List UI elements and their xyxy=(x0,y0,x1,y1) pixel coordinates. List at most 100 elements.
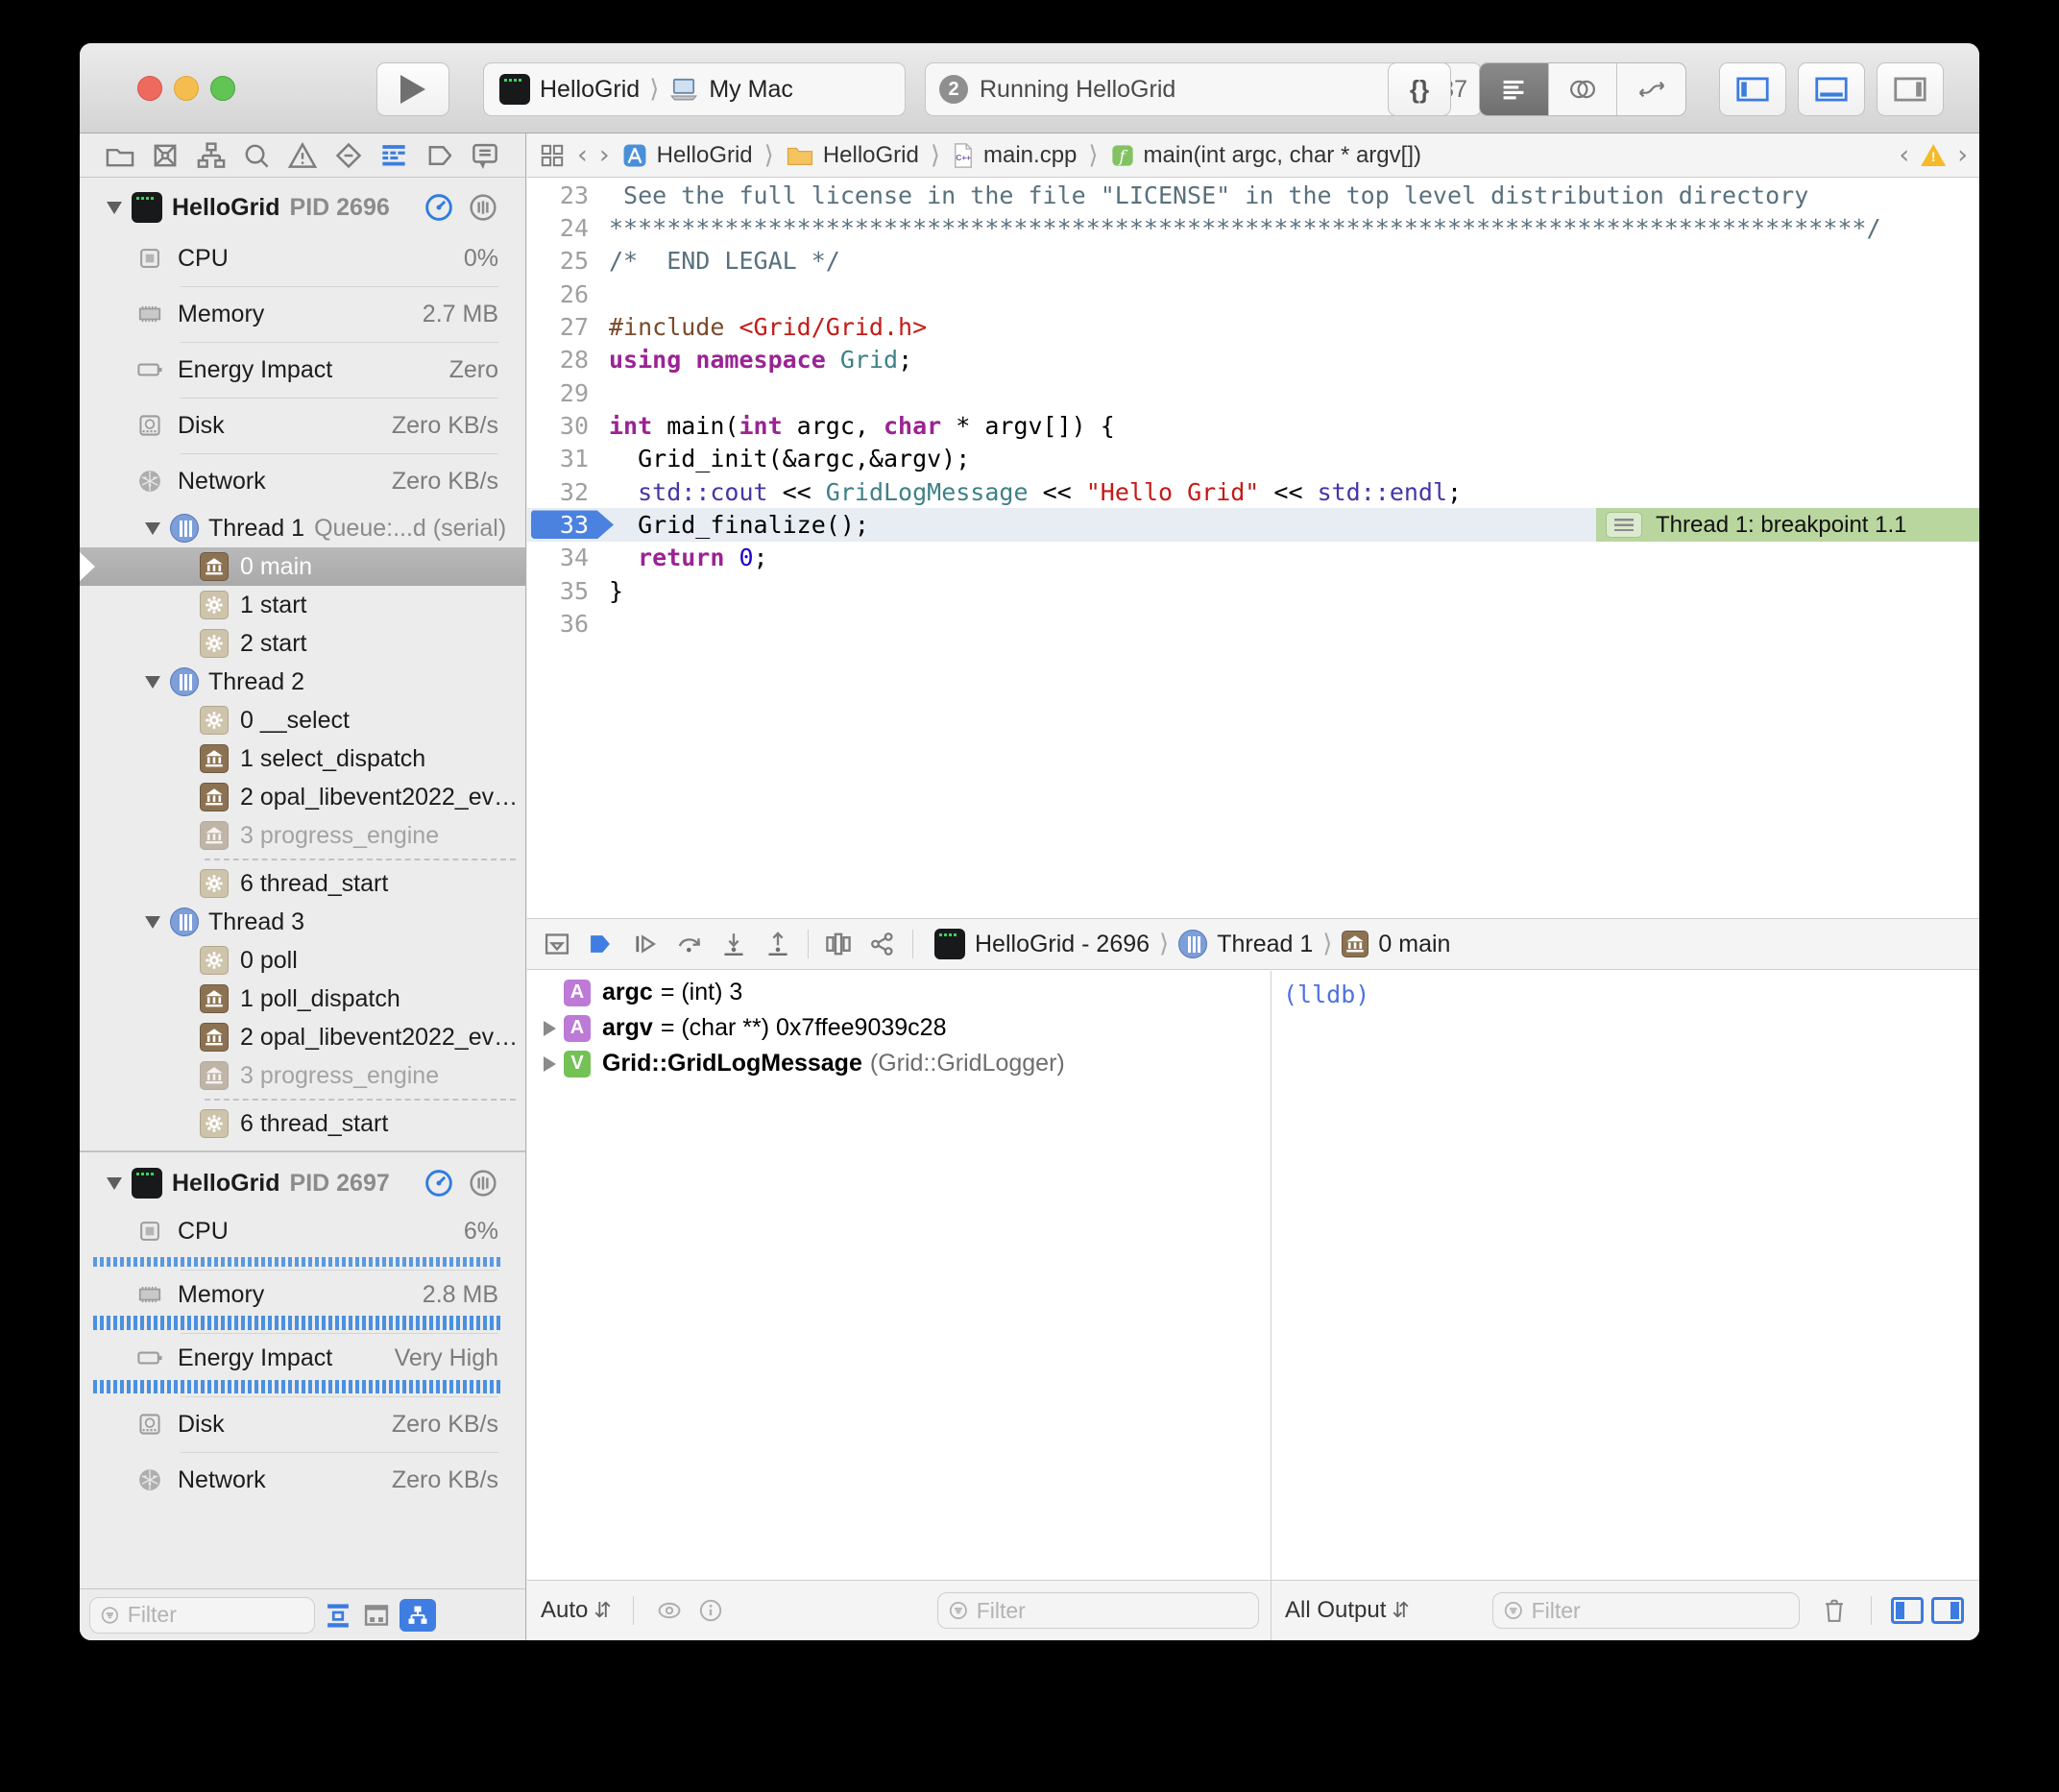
stack-frame-row[interactable]: 6 thread_start xyxy=(80,1104,525,1143)
gauge-row-memory[interactable]: Memory2.7 MB xyxy=(80,286,525,342)
stack-frame-row[interactable]: 1 start xyxy=(80,586,525,624)
variable-row[interactable]: Aargc= (int) 3 xyxy=(527,975,1271,1010)
continue-button[interactable] xyxy=(623,923,667,965)
debug-view-hierarchy-button[interactable] xyxy=(816,923,860,965)
stack-frame-row[interactable]: 2 opal_libevent2022_ev… xyxy=(80,1018,525,1056)
console-filter-field[interactable] xyxy=(1492,1592,1800,1629)
code-snippets-button[interactable]: {} xyxy=(1388,62,1451,116)
disclosure-triangle-icon[interactable] xyxy=(145,676,160,689)
step-over-button[interactable] xyxy=(667,923,712,965)
info-icon[interactable] xyxy=(697,1598,724,1623)
gauge-row-disk[interactable]: DiskZero KB/s xyxy=(80,1396,525,1452)
stack-frame-row[interactable]: 3 progress_engine xyxy=(80,816,525,855)
previous-issue-button[interactable]: ‹ xyxy=(1899,140,1909,170)
memory-graph-button[interactable] xyxy=(860,923,905,965)
show-frames-with-debug-symbols-button[interactable] xyxy=(323,1601,353,1630)
thread-view-icon[interactable] xyxy=(468,1168,498,1199)
performance-gauge-icon[interactable] xyxy=(424,1168,454,1199)
zoom-window-button[interactable] xyxy=(210,76,235,101)
gauge-row-cpu[interactable]: CPU6% xyxy=(80,1206,525,1270)
thread-row[interactable]: Thread 1Queue:...d (serial) xyxy=(80,509,525,547)
debug-crumb-process[interactable]: HelloGrid - 2696 xyxy=(975,931,1150,958)
code-line-26[interactable]: 26 xyxy=(527,278,1979,310)
toggle-variables-view-button[interactable] xyxy=(1891,1597,1924,1624)
view-process-by-thread-button[interactable] xyxy=(400,1599,436,1632)
toggle-inspector-panel-button[interactable] xyxy=(1877,62,1944,116)
stack-frame-row[interactable]: 3 progress_engine xyxy=(80,1056,525,1095)
gauge-row-energy-impact[interactable]: Energy ImpactVery High xyxy=(80,1333,525,1396)
console-view[interactable]: (lldb) xyxy=(1271,971,1979,1580)
project-navigator-icon[interactable] xyxy=(101,136,139,175)
console-output-dropdown[interactable]: All Output ⇵ xyxy=(1285,1597,1410,1624)
disclosure-triangle-icon[interactable] xyxy=(535,1056,564,1072)
standard-editor-button[interactable] xyxy=(1480,63,1549,115)
running-tasks-badge[interactable]: 2 xyxy=(939,75,968,104)
performance-gauge-icon[interactable] xyxy=(424,192,454,223)
step-into-button[interactable] xyxy=(712,923,756,965)
code-line-25[interactable]: 25/* END LEGAL */ xyxy=(527,245,1979,278)
breakpoints-navigator-icon[interactable] xyxy=(421,136,459,175)
breakpoint-annotation[interactable]: Thread 1: breakpoint 1.1 xyxy=(1596,508,1979,541)
code-line-35[interactable]: 35} xyxy=(527,574,1979,607)
gauge-row-disk[interactable]: DiskZero KB/s xyxy=(80,398,525,453)
code-line-33[interactable]: 3333 Grid_finalize();Thread 1: breakpoin… xyxy=(527,508,1979,541)
source-control-navigator-icon[interactable] xyxy=(146,136,184,175)
gauge-row-memory[interactable]: Memory2.8 MB xyxy=(80,1270,525,1333)
related-items-icon[interactable] xyxy=(539,142,566,169)
variables-filter-field[interactable] xyxy=(937,1592,1259,1629)
stack-frame-row[interactable]: 2 opal_libevent2022_ev… xyxy=(80,778,525,816)
stack-frame-row[interactable]: 2 start xyxy=(80,624,525,663)
variables-scope-dropdown[interactable]: Auto ⇵ xyxy=(541,1597,612,1624)
tests-navigator-icon[interactable] xyxy=(329,136,368,175)
clear-console-trash-icon[interactable] xyxy=(1821,1596,1848,1625)
variable-row[interactable]: VGrid::GridLogMessage(Grid::GridLogger) xyxy=(527,1046,1271,1081)
stack-frame-row[interactable]: 6 thread_start xyxy=(80,864,525,903)
hide-debug-area-button[interactable] xyxy=(535,923,579,965)
breakpoint-badge[interactable]: 33 xyxy=(531,510,614,539)
disclosure-triangle-icon[interactable] xyxy=(107,1177,122,1190)
back-button[interactable]: ‹ xyxy=(577,140,588,170)
code-line-36[interactable]: 36 xyxy=(527,607,1979,640)
warning-icon[interactable]: ! xyxy=(1921,144,1946,166)
variable-row[interactable]: Aargv= (char **) 0x7ffee9039c28 xyxy=(527,1010,1271,1046)
code-line-27[interactable]: 27#include <Grid/Grid.h> xyxy=(527,310,1979,343)
breadcrumb-symbol[interactable]: f main(int argc, char * argv[]) xyxy=(1110,142,1421,169)
code-line-29[interactable]: 29 xyxy=(527,376,1979,409)
quick-look-icon[interactable] xyxy=(655,1598,684,1623)
symbols-navigator-icon[interactable] xyxy=(192,136,230,175)
code-line-24[interactable]: 24**************************************… xyxy=(527,211,1979,244)
disclosure-triangle-icon[interactable] xyxy=(535,1021,564,1036)
step-out-button[interactable] xyxy=(756,923,800,965)
forward-button[interactable]: › xyxy=(599,140,610,170)
gauge-row-network[interactable]: NetworkZero KB/s xyxy=(80,453,525,509)
debug-navigator-icon[interactable] xyxy=(375,136,413,175)
console-filter-input[interactable] xyxy=(1532,1598,1789,1624)
scheme-selector[interactable]: HelloGrid ⟩ My Mac xyxy=(483,62,906,116)
source-editor[interactable]: 23 See the full license in the file "LIC… xyxy=(527,179,1979,918)
disclosure-triangle-icon[interactable] xyxy=(145,916,160,929)
code-line-30[interactable]: 30int main(int argc, char * argv[]) { xyxy=(527,409,1979,442)
process-row[interactable]: HelloGridPID 2697 xyxy=(80,1160,525,1206)
debug-crumb-frame[interactable]: 0 main xyxy=(1378,931,1450,958)
gauge-row-energy-impact[interactable]: Energy ImpactZero xyxy=(80,342,525,398)
variables-filter-input[interactable] xyxy=(977,1598,1248,1624)
toggle-navigator-panel-button[interactable] xyxy=(1719,62,1786,116)
code-line-32[interactable]: 32 std::cout << GridLogMessage << "Hello… xyxy=(527,475,1979,508)
breadcrumb-file[interactable]: C++ main.cpp xyxy=(952,142,1077,169)
stack-frame-row[interactable]: 0 __select xyxy=(80,701,525,739)
code-line-28[interactable]: 28using namespace Grid; xyxy=(527,344,1979,376)
disclosure-triangle-icon[interactable] xyxy=(107,202,122,214)
navigator-filter-field[interactable] xyxy=(89,1597,315,1634)
version-editor-button[interactable] xyxy=(1617,63,1685,115)
gauge-row-cpu[interactable]: CPU0% xyxy=(80,230,525,286)
stack-frame-row[interactable]: 1 poll_dispatch xyxy=(80,980,525,1018)
search-navigator-icon[interactable] xyxy=(237,136,276,175)
breadcrumb-group[interactable]: HelloGrid xyxy=(786,142,919,169)
breadcrumb-project[interactable]: HelloGrid xyxy=(621,142,753,169)
code-line-31[interactable]: 31 Grid_init(&argc,&argv); xyxy=(527,443,1979,475)
reports-navigator-icon[interactable] xyxy=(466,136,504,175)
stack-frame-row[interactable]: 1 select_dispatch xyxy=(80,739,525,778)
assistant-editor-button[interactable] xyxy=(1549,63,1618,115)
thread-view-icon[interactable] xyxy=(468,192,498,223)
code-line-34[interactable]: 34 return 0; xyxy=(527,542,1979,574)
